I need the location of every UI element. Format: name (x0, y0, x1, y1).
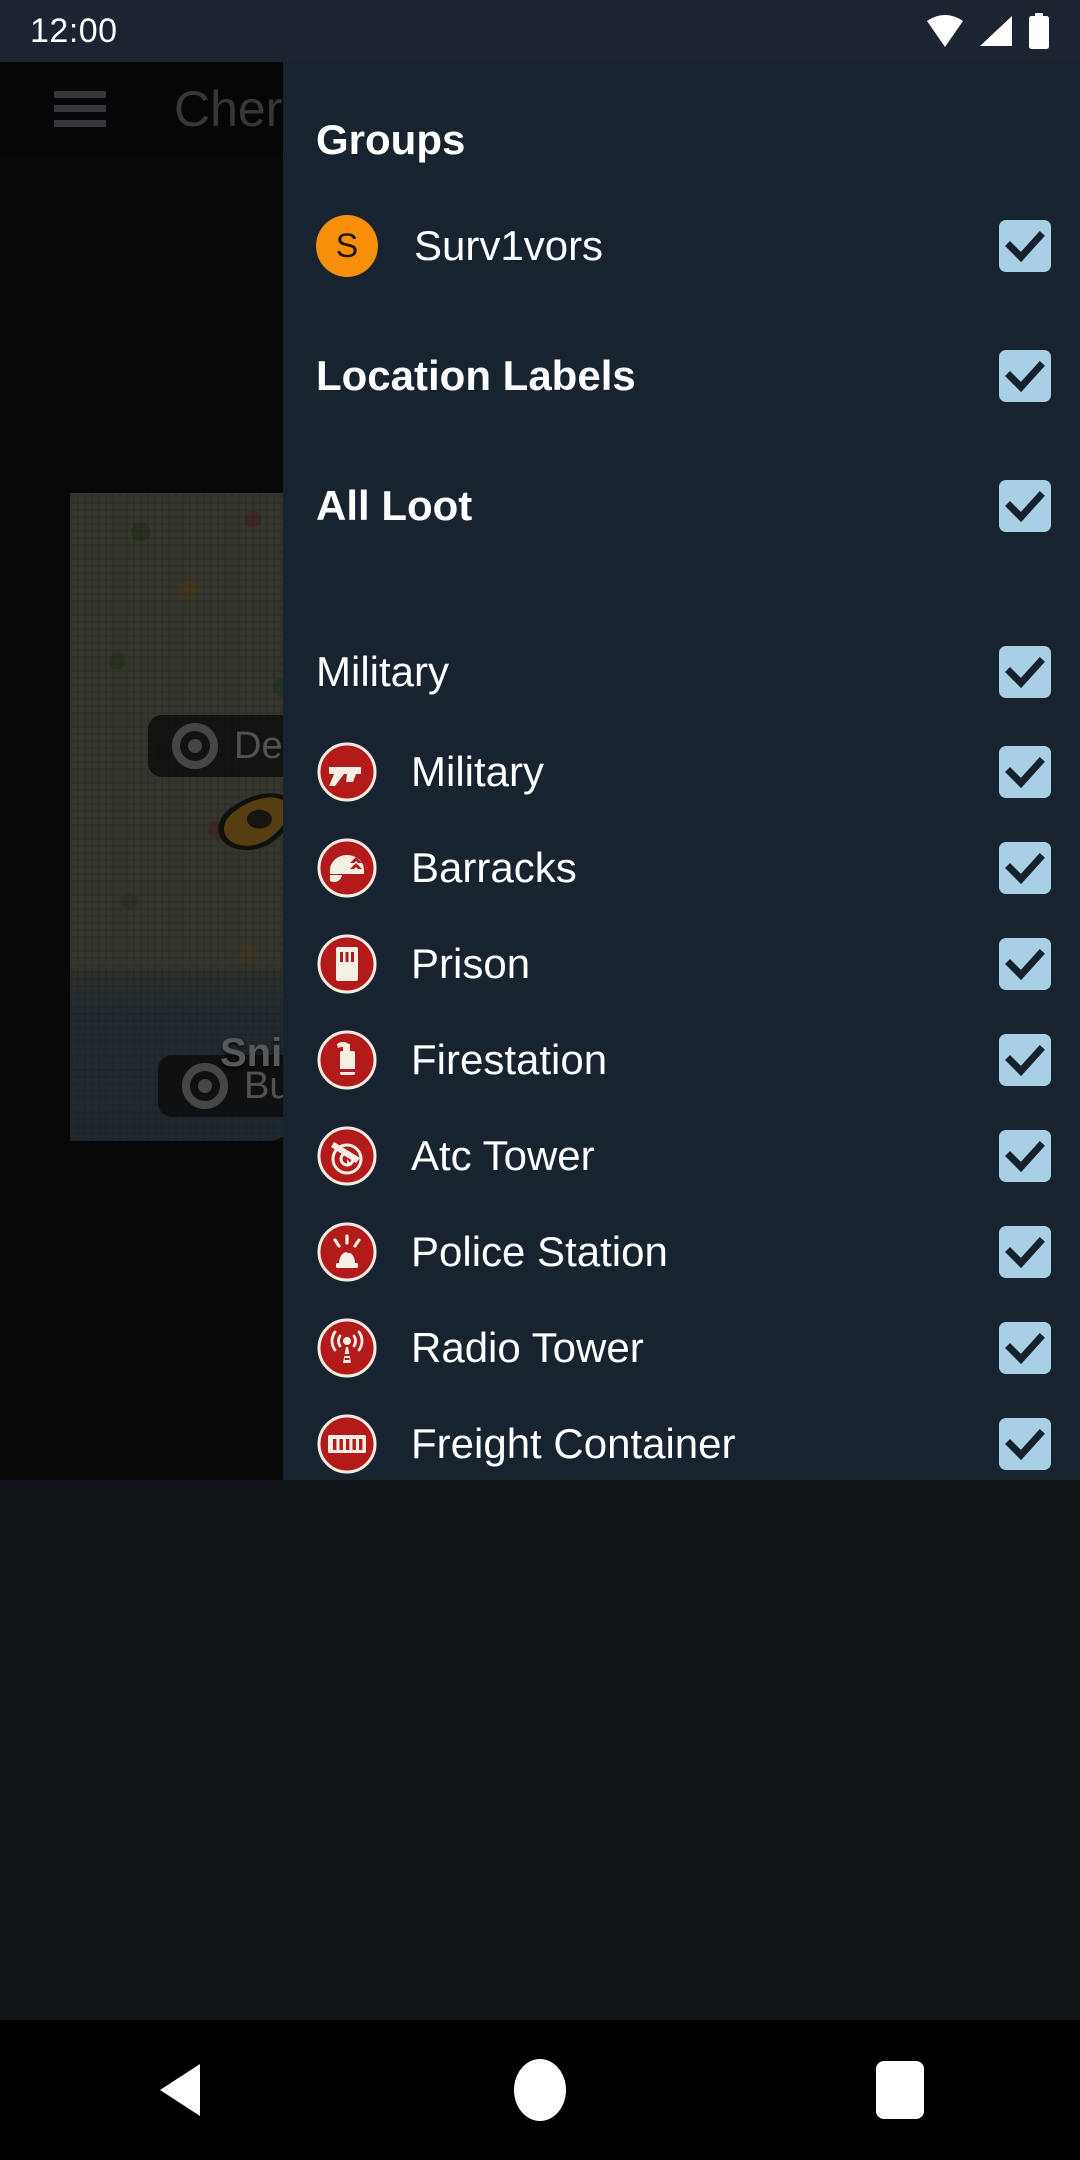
siren-light-icon (316, 1221, 378, 1283)
drawer-row-barracks[interactable]: Barracks (283, 820, 1080, 916)
nav-back-button[interactable] (90, 2020, 270, 2160)
drawer-row-radio-tower[interactable]: Radio Tower (283, 1300, 1080, 1396)
avatar: S (316, 215, 378, 277)
drawer-row-all-loot[interactable]: All Loot (283, 458, 1080, 554)
prison-door-icon (316, 933, 378, 995)
item-label: Barracks (411, 844, 577, 891)
drawer-groups-title: Groups (316, 116, 466, 163)
checkbox-prison[interactable] (999, 938, 1051, 990)
item-label: Prison (411, 940, 531, 987)
item-label: Atc Tower (411, 1132, 595, 1179)
nav-home-button[interactable] (450, 2020, 630, 2160)
back-triangle-icon (160, 2064, 200, 2116)
drawer-row-atc-tower[interactable]: Atc Tower (283, 1108, 1080, 1204)
drawer-row-prison[interactable]: Prison (283, 916, 1080, 1012)
radio-tower-icon (316, 1317, 378, 1379)
item-label: Military (411, 748, 544, 795)
phone-screen: Chernarus Dead S Burried Sni Ch 12:00 (0, 0, 1080, 2160)
nav-recents-button[interactable] (810, 2020, 990, 2160)
item-label: Police Station (411, 1228, 668, 1275)
item-label: Firestation (411, 1036, 608, 1083)
checkbox-location-labels[interactable] (999, 350, 1051, 402)
category-military-label: Military (316, 648, 449, 695)
radar-icon (316, 1125, 378, 1187)
system-navigation-bar (0, 2020, 1080, 2160)
home-circle-icon (514, 2059, 566, 2121)
freight-container-icon (316, 1413, 378, 1475)
battery-icon (1029, 13, 1049, 49)
checkbox-police-station[interactable] (999, 1226, 1051, 1278)
drawer-row-firestation[interactable]: Firestation (283, 1012, 1080, 1108)
checkbox-all-loot[interactable] (999, 480, 1051, 532)
drawer-row-location-labels[interactable]: Location Labels (283, 328, 1080, 424)
checkbox-atc-tower[interactable] (999, 1130, 1051, 1182)
helmet-chevron-icon (316, 837, 378, 899)
all-loot-label: All Loot (316, 482, 473, 529)
drawer-row-freight-container[interactable]: Freight Container (283, 1396, 1080, 1480)
drawer-row-category-military[interactable]: Military (283, 624, 1080, 720)
recents-square-icon (876, 2061, 924, 2119)
drawer-scrim[interactable] (0, 62, 283, 1480)
pistol-icon (316, 741, 378, 803)
cellular-signal-icon (980, 16, 1012, 46)
item-label: Radio Tower (411, 1324, 644, 1371)
checkbox-category-military[interactable] (999, 646, 1051, 698)
checkbox-group[interactable] (999, 220, 1051, 272)
checkbox-military[interactable] (999, 746, 1051, 798)
checkbox-firestation[interactable] (999, 1034, 1051, 1086)
status-bar: 12:00 (0, 0, 1080, 62)
fire-extinguisher-icon (316, 1029, 378, 1091)
drawer-row-police-station[interactable]: Police Station (283, 1204, 1080, 1300)
navigation-drawer: Groups S Surv1vors Location Labels All L… (283, 62, 1080, 1480)
group-name: Surv1vors (414, 222, 604, 269)
drawer-row-group[interactable]: S Surv1vors (283, 198, 1080, 294)
status-icons (926, 13, 1050, 49)
checkbox-barracks[interactable] (999, 842, 1051, 894)
location-labels-label: Location Labels (316, 352, 636, 399)
drawer-row-military[interactable]: Military (283, 724, 1080, 820)
status-clock: 12:00 (30, 11, 118, 50)
checkbox-freight-container[interactable] (999, 1418, 1051, 1470)
wifi-icon (927, 15, 963, 47)
item-label: Freight Container (411, 1420, 736, 1467)
checkbox-radio-tower[interactable] (999, 1322, 1051, 1374)
